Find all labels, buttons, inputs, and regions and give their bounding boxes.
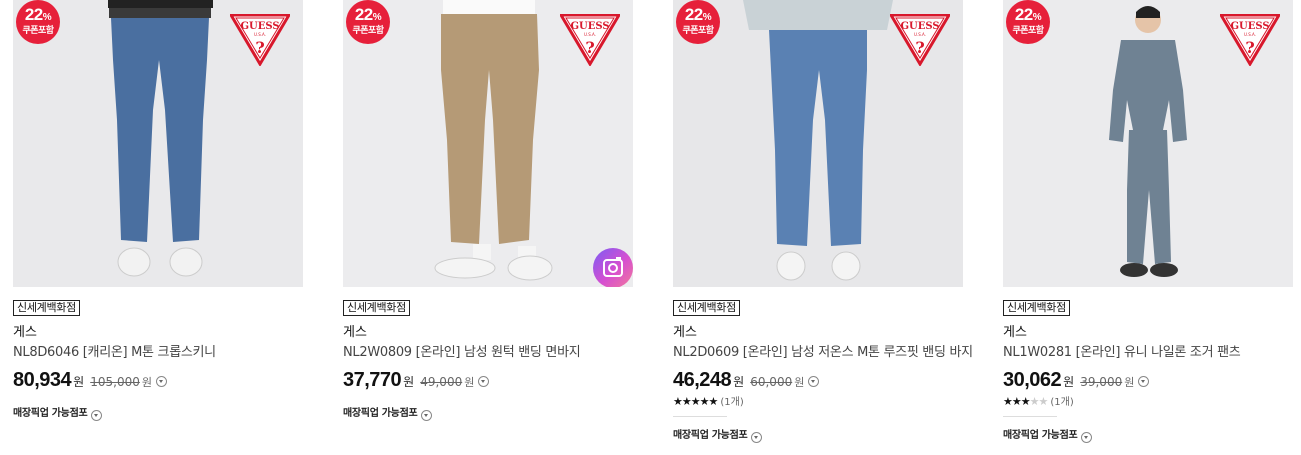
- rating: ★★★★★ (1개): [1003, 395, 1293, 409]
- guess-logo-icon: [1220, 14, 1280, 66]
- pants-shape: [441, 14, 539, 244]
- guess-logo-icon: [230, 14, 290, 66]
- original-price: 49,000: [420, 375, 463, 389]
- price-row: 80,934 원 105,000 원: [13, 369, 303, 393]
- discount-badge: 22% 쿠폰포함: [676, 0, 720, 44]
- product-image[interactable]: 22% 쿠폰포함: [13, 0, 303, 287]
- product-name[interactable]: NL1W0281 [온라인] 유니 나일론 조거 팬츠: [1003, 345, 1293, 361]
- star-rating-icon: ★★★★★: [673, 395, 718, 408]
- product-image[interactable]: 22% 쿠폰포함: [1003, 0, 1293, 287]
- divider: [1003, 416, 1057, 417]
- star-rating-icon: ★★★★★: [1003, 395, 1048, 408]
- brand-name[interactable]: 게스: [343, 325, 633, 341]
- product-name[interactable]: NL2D0609 [온라인] 남성 저온스 M톤 루즈핏 밴딩 바지: [673, 345, 973, 361]
- product-card[interactable]: 22% 쿠폰포함 신세계백화점 게스 NL2D0609 [온라인] 남성 저온스…: [673, 0, 973, 443]
- discount-badge: 22% 쿠폰포함: [346, 0, 390, 44]
- price-info-icon[interactable]: [478, 376, 490, 387]
- brand-name[interactable]: 게스: [13, 325, 303, 341]
- store-pickup-link[interactable]: 매장픽업 가능점포: [673, 429, 963, 443]
- original-price: 39,000: [1080, 375, 1123, 389]
- sale-price: 37,770: [343, 369, 402, 391]
- chevron-down-icon[interactable]: [421, 409, 433, 421]
- sale-price: 30,062: [1003, 369, 1062, 391]
- price-row: 30,062 원 39,000 원: [1003, 369, 1293, 393]
- store-pickup-link[interactable]: 매장픽업 가능점포: [343, 407, 633, 421]
- discount-badge: 22% 쿠폰포함: [1006, 0, 1050, 44]
- original-price: 105,000: [90, 375, 140, 389]
- store-pickup-link[interactable]: 매장픽업 가능점포: [1003, 429, 1293, 443]
- price-row: 46,248 원 60,000 원: [673, 369, 963, 393]
- product-card[interactable]: 22% 쿠폰포함 신세계백화점 게스 NL8D6046 [캐리온] M톤 크롭스…: [13, 0, 303, 421]
- review-count: (1개): [1050, 397, 1074, 408]
- price-info-icon[interactable]: [1138, 376, 1150, 387]
- camera-icon: [603, 257, 623, 277]
- store-pickup-link[interactable]: 매장픽업 가능점포: [13, 407, 303, 421]
- store-tag: 신세계백화점: [13, 300, 80, 316]
- brand-name[interactable]: 게스: [673, 325, 963, 341]
- product-image[interactable]: 22% 쿠폰포함: [343, 0, 633, 287]
- store-tag: 신세계백화점: [1003, 300, 1070, 316]
- rating: ★★★★★ (1개): [673, 395, 963, 409]
- chevron-down-icon[interactable]: [751, 431, 763, 443]
- camera-review-button[interactable]: [593, 248, 633, 287]
- sale-price: 46,248: [673, 369, 732, 391]
- product-name[interactable]: NL8D6046 [캐리온] M톤 크롭스키니: [13, 345, 303, 361]
- chevron-down-icon[interactable]: [1081, 431, 1093, 443]
- pants-shape: [1127, 130, 1171, 264]
- product-card[interactable]: 22% 쿠폰포함 신세계백화점 게스 NL2W0809 [온라인] 남성 원턱 …: [343, 0, 633, 421]
- product-image[interactable]: 22% 쿠폰포함: [673, 0, 963, 287]
- discount-badge: 22% 쿠폰포함: [16, 0, 60, 44]
- sale-price: 80,934: [13, 369, 72, 391]
- store-tag: 신세계백화점: [343, 300, 410, 316]
- review-count: (1개): [720, 397, 744, 408]
- original-price: 60,000: [750, 375, 793, 389]
- product-card[interactable]: 22% 쿠폰포함 신세계백화점 게스 NL1W0281 [온라인] 유니 나일론…: [1003, 0, 1293, 443]
- price-row: 37,770 원 49,000 원: [343, 369, 633, 393]
- pants-shape: [769, 30, 867, 246]
- guess-logo-icon: [890, 14, 950, 66]
- store-tag: 신세계백화점: [673, 300, 740, 316]
- brand-name[interactable]: 게스: [1003, 325, 1293, 341]
- chevron-down-icon[interactable]: [91, 409, 103, 421]
- guess-logo-icon: [560, 14, 620, 66]
- price-info-icon[interactable]: [155, 376, 167, 387]
- product-grid: 22% 쿠폰포함 신세계백화점 게스 NL8D6046 [캐리온] M톤 크롭스…: [0, 0, 1301, 455]
- divider: [673, 416, 727, 417]
- pants-shape: [111, 18, 209, 242]
- product-name[interactable]: NL2W0809 [온라인] 남성 원턱 밴딩 면바지: [343, 345, 633, 361]
- price-info-icon[interactable]: [808, 376, 820, 387]
